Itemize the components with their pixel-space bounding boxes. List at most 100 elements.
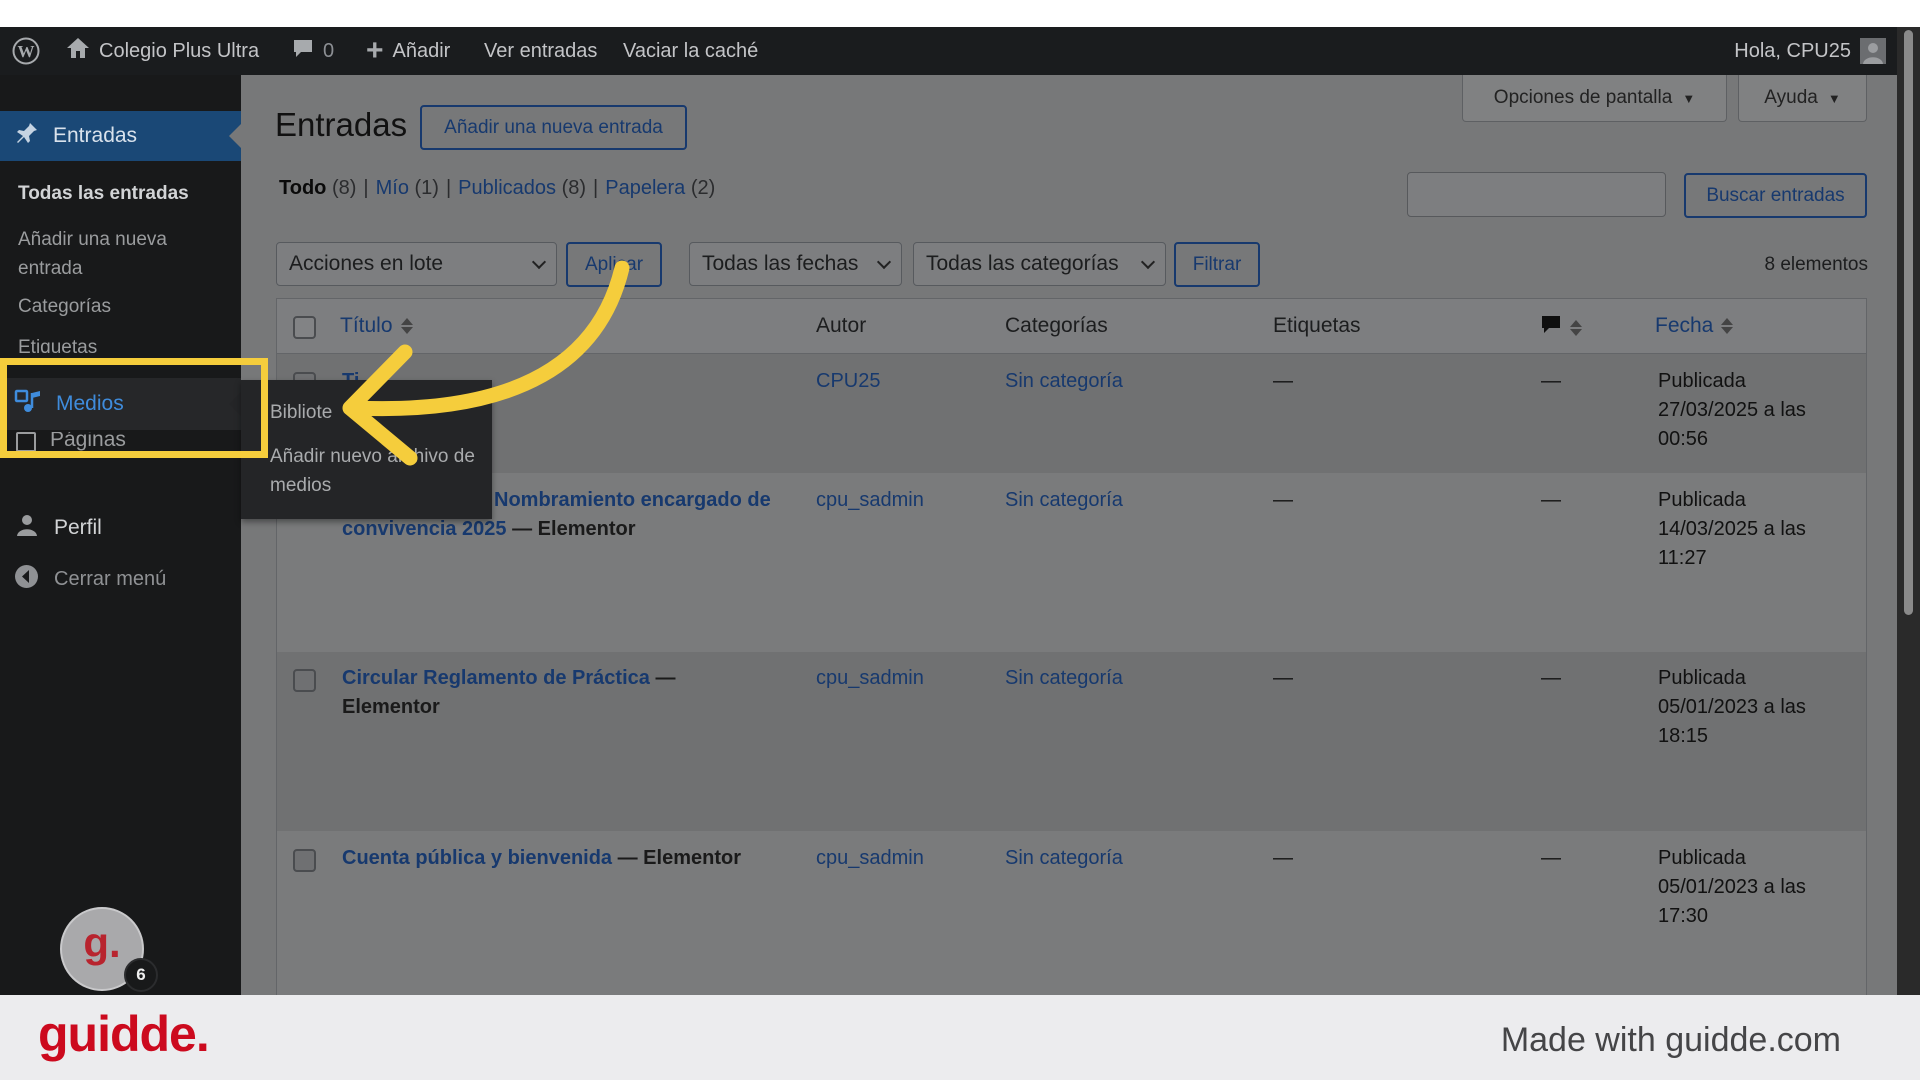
post-category-label: Sin categoría bbox=[1005, 489, 1123, 511]
clear-cache-link[interactable]: Vaciar la caché bbox=[623, 27, 758, 75]
post-date: Publicada 05/01/2023 a las 17:30 bbox=[1658, 844, 1858, 931]
search-posts-button[interactable]: Buscar entradas bbox=[1684, 173, 1867, 218]
categories-select[interactable]: Todas las categorías bbox=[913, 242, 1166, 286]
sidebar-item-label: Perfil bbox=[54, 516, 102, 539]
bulk-actions-select[interactable]: Acciones en lote bbox=[276, 242, 557, 286]
posts-table bbox=[276, 298, 1867, 995]
items-count: 8 elementos bbox=[1764, 254, 1868, 275]
svg-text:W: W bbox=[18, 42, 35, 61]
sidebar-item-pages[interactable]: Páginas bbox=[0, 432, 241, 452]
apply-button[interactable]: Aplicar bbox=[566, 242, 662, 287]
row-checkbox[interactable] bbox=[293, 669, 316, 692]
post-tags: — bbox=[1273, 489, 1293, 511]
post-date: Publicada 05/01/2023 a las 18:15 bbox=[1658, 664, 1858, 751]
submenu-label: Etiquetas bbox=[18, 337, 98, 353]
post-author[interactable]: cpu_sadmin bbox=[816, 844, 924, 873]
post-category[interactable]: Sin categoría bbox=[1005, 367, 1123, 396]
help-button[interactable]: Ayuda ▼ bbox=[1738, 75, 1867, 122]
sort-icon bbox=[400, 318, 413, 335]
post-author[interactable]: CPU25 bbox=[816, 367, 880, 396]
post-status-filters: Todo (8) | Mío (1) | Publicados (8) | Pa… bbox=[279, 177, 715, 200]
filter-button[interactable]: Filtrar bbox=[1174, 242, 1260, 287]
sidebar-item-media[interactable]: Medios bbox=[0, 378, 241, 430]
sidebar-item-profile[interactable]: Perfil bbox=[0, 509, 241, 547]
filter-mine[interactable]: Mío (1) bbox=[376, 177, 439, 200]
post-comments: — bbox=[1541, 667, 1561, 689]
add-new-post-button[interactable]: Añadir una nueva entrada bbox=[420, 105, 687, 150]
submenu-categories[interactable]: Categorías bbox=[18, 296, 259, 318]
select-all-checkbox[interactable] bbox=[293, 316, 316, 339]
post-comments: — bbox=[1541, 489, 1561, 511]
view-posts-link[interactable]: Ver entradas bbox=[484, 27, 597, 75]
post-category[interactable]: Sin categoría bbox=[1005, 664, 1123, 693]
filter-published[interactable]: Publicados (8) bbox=[458, 177, 586, 200]
column-author-label: Autor bbox=[816, 314, 867, 337]
submenu-label: Todas las entradas bbox=[18, 183, 189, 204]
caret-down-icon: ▼ bbox=[1827, 90, 1841, 106]
submenu-add-new-post[interactable]: Añadir una nueva entrada bbox=[18, 225, 218, 283]
guidde-logo: guidde. bbox=[38, 1006, 210, 1062]
separator: | bbox=[363, 177, 369, 199]
site-name: Colegio Plus Ultra bbox=[99, 39, 260, 62]
comments-link[interactable]: 0 bbox=[292, 27, 334, 75]
post-status: Publicada bbox=[1658, 489, 1746, 511]
post-category[interactable]: Sin categoría bbox=[1005, 486, 1123, 515]
dates-select[interactable]: Todas las fechas bbox=[689, 242, 902, 286]
column-categories-label: Categorías bbox=[1005, 314, 1108, 337]
post-author[interactable]: cpu_sadmin bbox=[816, 486, 924, 515]
filter-all-label: Todo bbox=[279, 177, 327, 199]
post-category-label: Sin categoría bbox=[1005, 667, 1123, 689]
wordpress-logo-icon[interactable]: W bbox=[12, 27, 40, 75]
user-avatar-icon bbox=[1860, 38, 1886, 64]
collapse-menu-button[interactable]: Cerrar menú bbox=[0, 560, 241, 598]
search-posts-input[interactable] bbox=[1407, 172, 1666, 217]
guidde-avatar-letter: g. bbox=[83, 919, 121, 966]
chevron-down-icon bbox=[1140, 254, 1156, 269]
sidebar-item-label: Páginas bbox=[50, 432, 126, 451]
flyout-add-new-media[interactable]: Añadir nuevo archivo de medios bbox=[270, 442, 475, 500]
post-time: 00:56 bbox=[1658, 428, 1709, 450]
filter-all[interactable]: Todo (8) bbox=[279, 177, 356, 200]
scrollbar-thumb[interactable] bbox=[1904, 30, 1913, 615]
column-date-label: Fecha bbox=[1655, 314, 1714, 337]
post-status: Publicada bbox=[1658, 667, 1746, 689]
screenshot-stage: { "adminbar": { "site_name": "Colegio Pl… bbox=[0, 0, 1920, 1080]
post-time: 11:27 bbox=[1658, 547, 1707, 569]
add-new-menu[interactable]: + Añadir bbox=[366, 27, 450, 75]
post-author[interactable]: cpu_sadmin bbox=[816, 664, 924, 693]
column-date[interactable]: Fecha bbox=[1655, 314, 1734, 338]
flyout-item-label: Añadir nuevo archivo de medios bbox=[270, 446, 475, 496]
submenu-tags[interactable]: Etiquetas bbox=[18, 337, 259, 353]
post-date: Publicada 27/03/2025 a las 00:56 bbox=[1658, 367, 1858, 454]
post-date-value: 14/03/2025 a las bbox=[1658, 518, 1806, 540]
sidebar-item-label: Entradas bbox=[53, 124, 138, 147]
column-title[interactable]: Título bbox=[340, 314, 413, 338]
clear-cache-label: Vaciar la caché bbox=[623, 39, 759, 62]
site-name-link[interactable]: Colegio Plus Ultra bbox=[66, 27, 259, 75]
flyout-library[interactable]: Bibliote bbox=[270, 402, 332, 424]
filter-trash-label: Papelera bbox=[605, 177, 686, 199]
admin-sidebar: Entradas Todas las entradas Añadir una n… bbox=[0, 75, 241, 995]
sidebar-item-label: Medios bbox=[56, 392, 124, 415]
post-title-suffix: — Elementor bbox=[617, 847, 741, 869]
post-title: Cuenta pública y bienvenida bbox=[342, 847, 613, 869]
sidebar-item-posts[interactable]: Entradas bbox=[0, 111, 241, 161]
flyout-item-label: Bibliote bbox=[270, 402, 333, 423]
account-menu[interactable]: Hola, CPU25 bbox=[1734, 27, 1886, 75]
post-author-label: cpu_sadmin bbox=[816, 847, 924, 869]
submenu-label: Categorías bbox=[18, 296, 111, 317]
row-checkbox[interactable] bbox=[293, 849, 316, 872]
post-title-link[interactable]: Circular Reglamento de Práctica — Elemen… bbox=[342, 664, 762, 722]
filter-trash[interactable]: Papelera (2) bbox=[605, 177, 715, 200]
screen-options-button[interactable]: Opciones de pantalla ▼ bbox=[1462, 75, 1727, 122]
post-title-suffix: — Elementor bbox=[512, 518, 636, 540]
post-title-link[interactable]: Cuenta pública y bienvenida — Elementor bbox=[342, 844, 812, 873]
column-comments[interactable] bbox=[1540, 314, 1582, 342]
comments-count: 0 bbox=[323, 39, 335, 62]
add-new-post-label: Añadir una nueva entrada bbox=[444, 116, 663, 138]
post-category[interactable]: Sin categoría bbox=[1005, 844, 1123, 873]
submenu-all-posts[interactable]: Todas las entradas bbox=[18, 183, 259, 205]
view-posts-label: Ver entradas bbox=[484, 39, 598, 62]
filter-label: Filtrar bbox=[1192, 253, 1242, 275]
post-time: 18:15 bbox=[1658, 725, 1709, 747]
